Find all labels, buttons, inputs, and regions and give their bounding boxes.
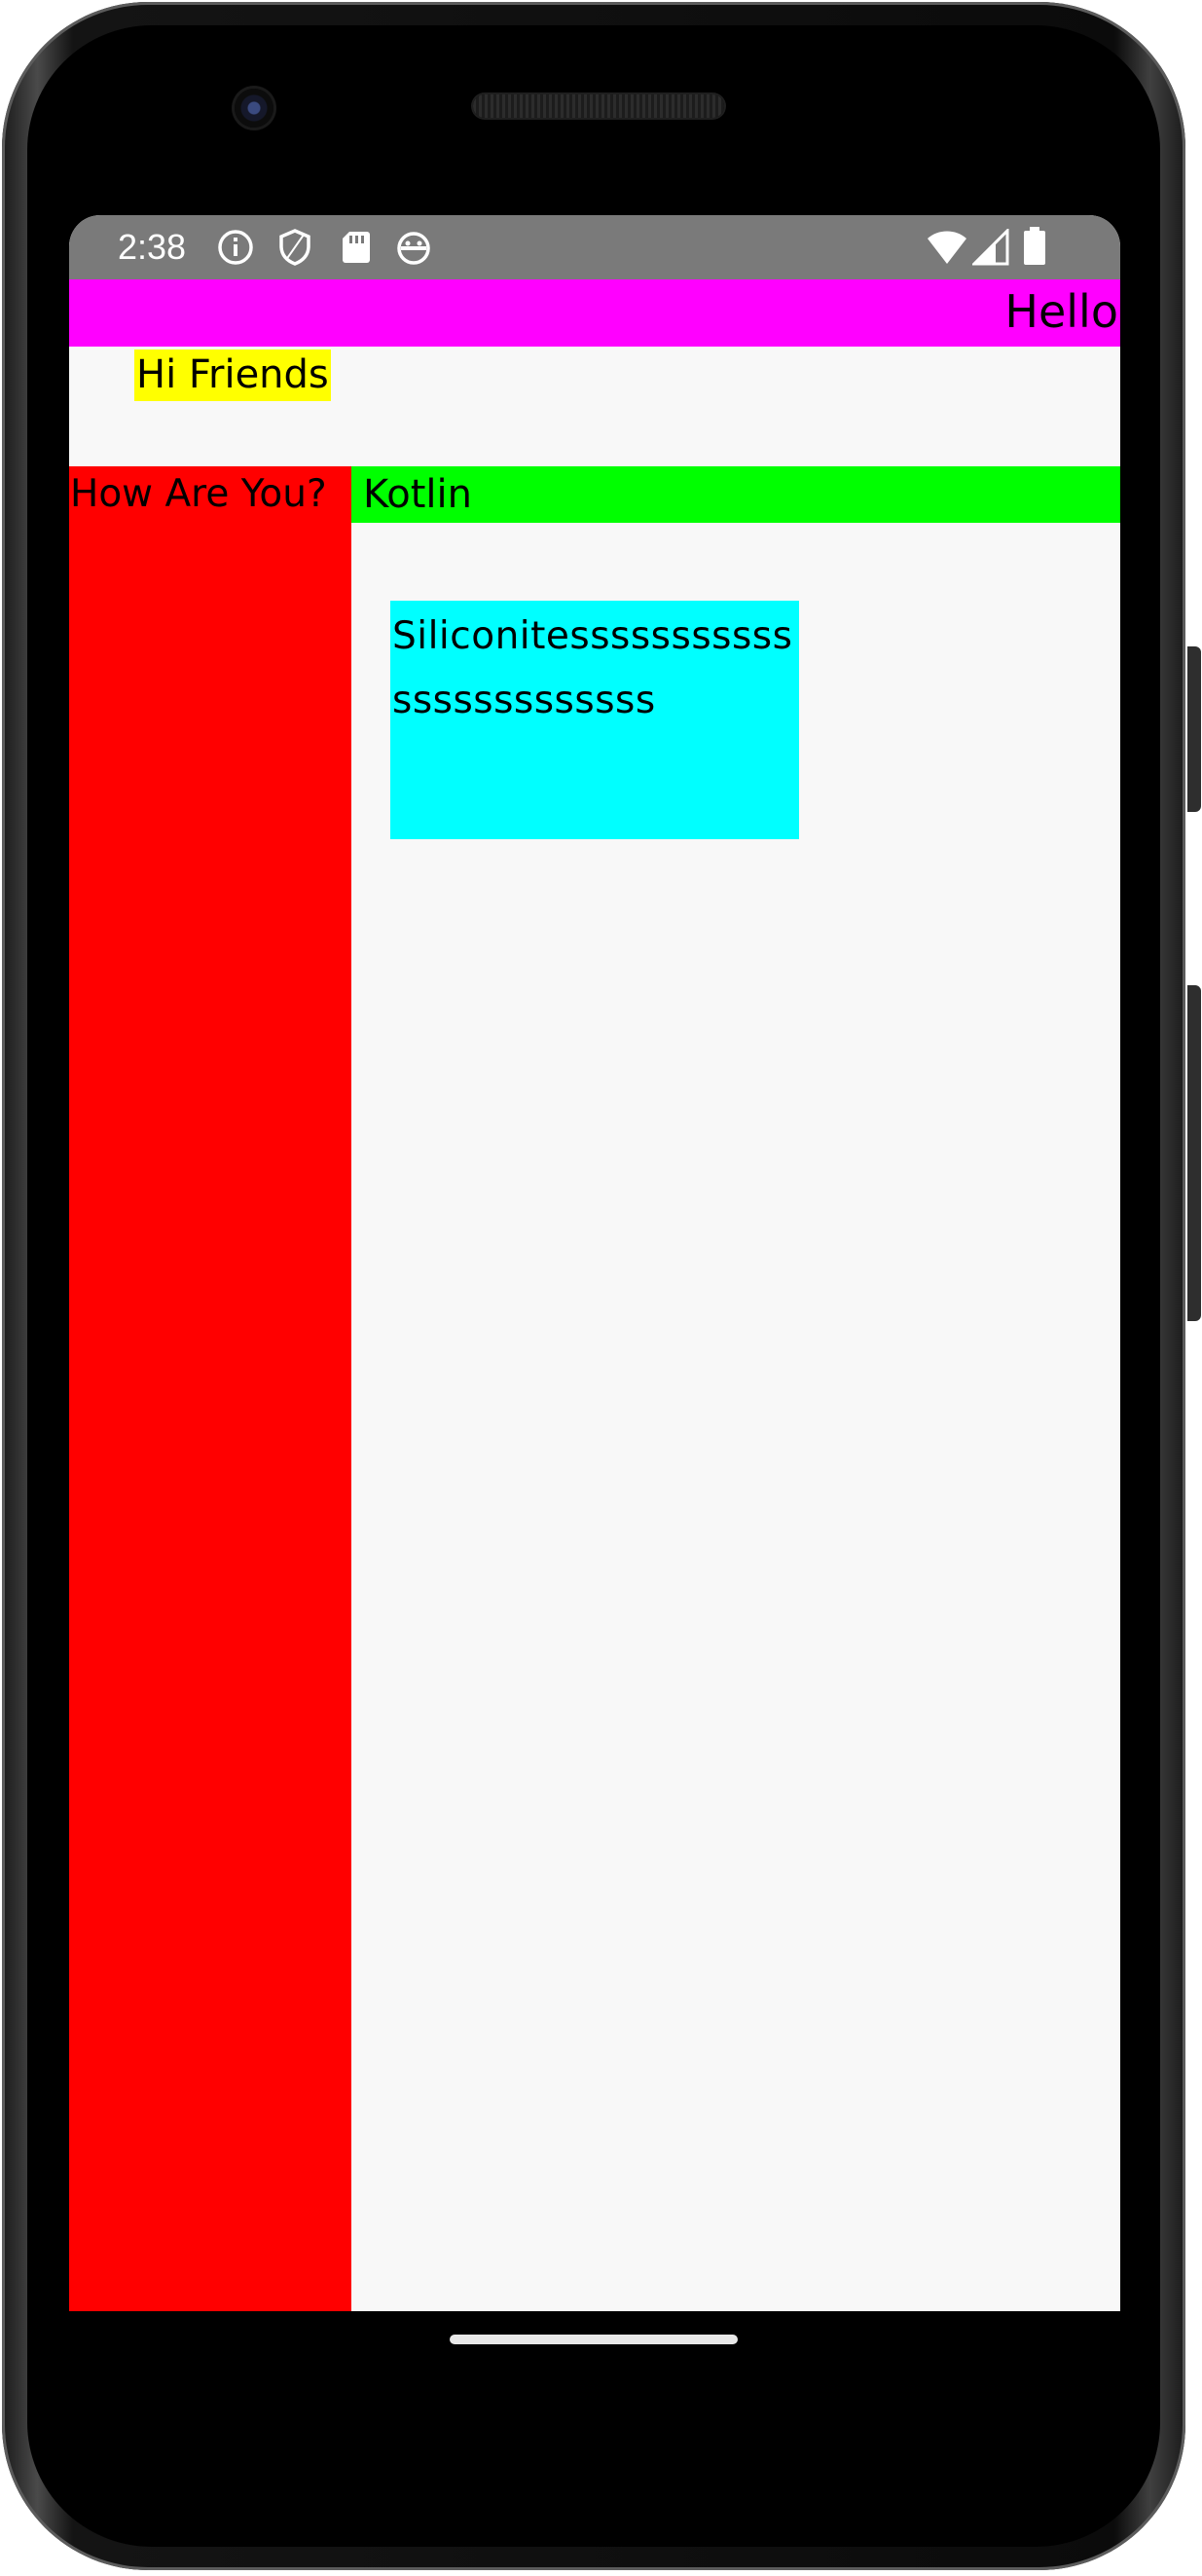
- how-are-you-text: How Are You?: [70, 472, 327, 516]
- hello-bar: Hello: [69, 279, 1120, 347]
- shield-icon: [279, 229, 310, 266]
- volume-button: [1187, 985, 1201, 1321]
- android-face-icon: [397, 232, 430, 265]
- battery-icon: [1024, 227, 1045, 265]
- earpiece-speaker: [473, 94, 724, 118]
- hello-text: Hello: [1004, 285, 1118, 338]
- home-gesture-bar[interactable]: [450, 2335, 738, 2344]
- kotlin-text: Kotlin: [363, 472, 472, 517]
- power-button: [1187, 646, 1201, 812]
- hi-friends-label: Hi Friends: [134, 350, 331, 401]
- kotlin-bar: Kotlin: [351, 466, 1120, 523]
- phone-frame: 2:38 Hello Hi Friends How Are You? Kotli…: [2, 2, 1201, 2570]
- how-are-you-column: How Are You?: [69, 466, 351, 2311]
- sd-card-icon: [343, 232, 370, 263]
- info-icon: [218, 230, 253, 265]
- app-screen: 2:38 Hello Hi Friends How Are You? Kotli…: [69, 215, 1120, 2311]
- wifi-icon: [928, 231, 966, 264]
- status-bar: 2:38: [69, 215, 1120, 279]
- siliconites-text: Siliconitessssssssssssssssssssssss: [392, 614, 793, 722]
- front-camera: [235, 89, 273, 128]
- signal-icon: [972, 229, 1009, 266]
- status-time: 2:38: [118, 227, 187, 267]
- siliconites-box: Siliconitessssssssssssssssssssssss: [390, 601, 799, 839]
